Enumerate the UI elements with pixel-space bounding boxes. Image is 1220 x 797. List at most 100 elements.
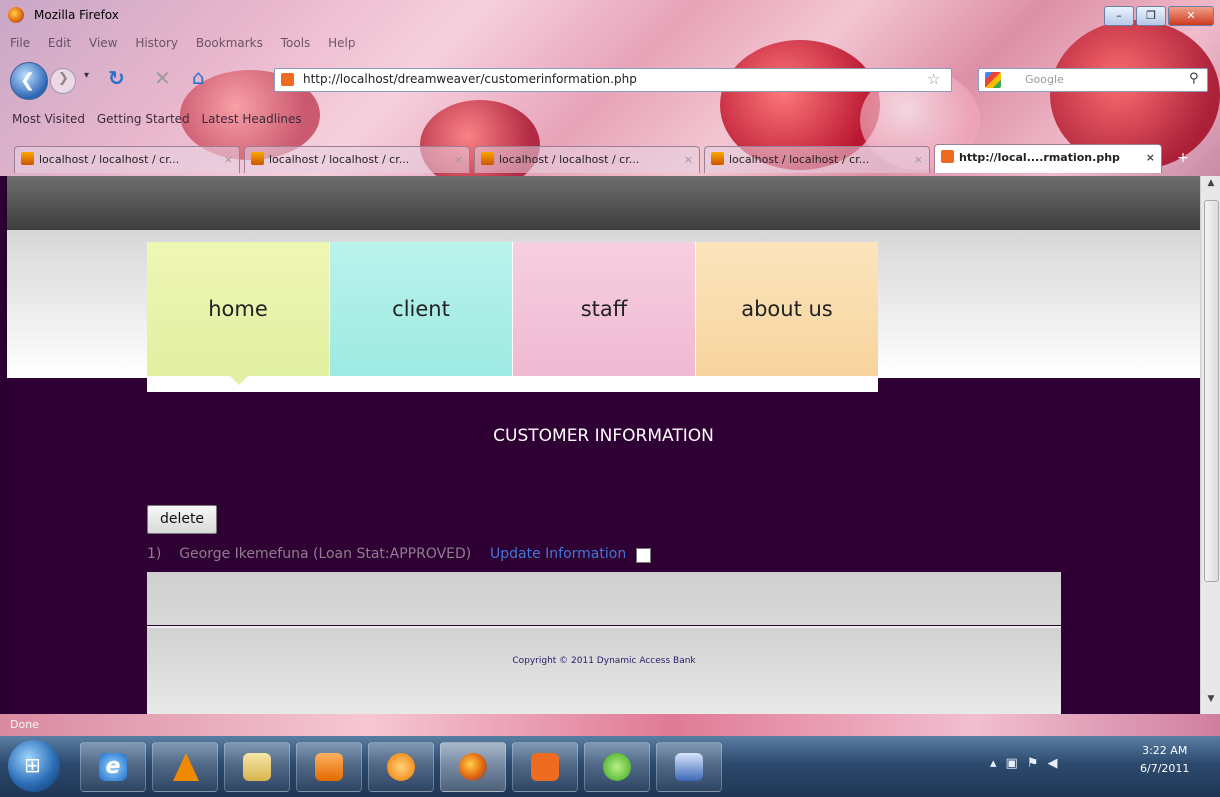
- stop-icon[interactable]: ✕: [154, 66, 171, 90]
- record-text: George Ikemefuna (Loan Stat:APPROVED): [179, 546, 472, 562]
- vertical-scrollbar[interactable]: ▲ ▼: [1200, 176, 1220, 714]
- title-bar: Mozilla Firefox – ❐ ✕: [0, 0, 1220, 32]
- tab-close-icon[interactable]: ×: [454, 147, 463, 173]
- avast-icon: [387, 753, 415, 781]
- delete-button[interactable]: delete: [147, 505, 217, 534]
- tab-2[interactable]: localhost / localhost / cr... ×: [244, 146, 470, 173]
- scroll-up-icon[interactable]: ▲: [1201, 178, 1220, 194]
- menu-edit[interactable]: Edit: [48, 36, 71, 50]
- tab-close-icon[interactable]: ×: [224, 147, 233, 173]
- system-tray-icons[interactable]: ▴▣⚑◀: [990, 756, 1066, 771]
- tab-close-icon[interactable]: ×: [914, 147, 923, 173]
- clock-date: 6/7/2011: [1140, 762, 1190, 775]
- bookmarks-toolbar: Most Visited Getting Started Latest Head…: [12, 112, 310, 126]
- tray-flag-icon[interactable]: ⚑: [1027, 756, 1048, 771]
- tab-bar: localhost / localhost / cr... × localhost…: [0, 142, 1220, 176]
- url-bar[interactable]: http://localhost/dreamweaver/customerinf…: [274, 68, 952, 92]
- forward-arrow-icon: ❯: [58, 71, 69, 86]
- bookmark-star-icon[interactable]: ☆: [927, 70, 940, 88]
- menu-bookmarks[interactable]: Bookmarks: [196, 36, 263, 50]
- nav-about-us[interactable]: about us: [696, 242, 878, 376]
- maximize-button[interactable]: ❐: [1136, 6, 1166, 26]
- scroll-down-icon[interactable]: ▼: [1201, 694, 1220, 710]
- back-button[interactable]: ❮: [10, 62, 48, 100]
- taskbar-dreamweaver[interactable]: [584, 742, 650, 792]
- menu-bar: File Edit View History Bookmarks Tools H…: [10, 36, 369, 50]
- system-clock[interactable]: 3:22 AM 6/7/2011: [1140, 742, 1189, 778]
- new-tab-button[interactable]: +: [1172, 150, 1194, 170]
- nav-home[interactable]: home: [147, 242, 329, 376]
- tab-label: localhost / localhost / cr...: [499, 153, 640, 166]
- tab-close-icon[interactable]: ×: [1146, 145, 1155, 171]
- folder-icon: [243, 753, 271, 781]
- bookmark-most-visited[interactable]: Most Visited: [12, 112, 85, 126]
- tab-4[interactable]: localhost / localhost / cr... ×: [704, 146, 930, 173]
- forward-button[interactable]: ❯: [50, 68, 76, 94]
- site-top-strip: [7, 176, 1200, 230]
- scroll-thumb[interactable]: [1204, 200, 1219, 582]
- search-bar[interactable]: Google ⚲: [978, 68, 1208, 92]
- menu-help[interactable]: Help: [328, 36, 355, 50]
- footer-top-bar: [147, 572, 1061, 625]
- taskbar-word[interactable]: [656, 742, 722, 792]
- search-placeholder[interactable]: Google: [1025, 73, 1064, 86]
- taskbar-internet-explorer[interactable]: e: [80, 742, 146, 792]
- history-dropdown-icon[interactable]: ▾: [84, 70, 89, 81]
- tab-favicon-icon: [941, 150, 954, 163]
- taskbar-firefox[interactable]: [440, 742, 506, 792]
- internet-explorer-icon: e: [99, 753, 127, 781]
- xampp-icon: [531, 753, 559, 781]
- page-content: home client staff about us CUSTOMER INFO…: [7, 176, 1200, 714]
- menu-view[interactable]: View: [89, 36, 117, 50]
- window-title: Mozilla Firefox: [34, 8, 119, 22]
- tab-1[interactable]: localhost / localhost / cr... ×: [14, 146, 240, 173]
- search-magnifier-icon[interactable]: ⚲: [1189, 71, 1199, 86]
- word-icon: [675, 753, 703, 781]
- start-button[interactable]: ⊞: [8, 740, 60, 792]
- close-window-button[interactable]: ✕: [1168, 6, 1214, 26]
- status-text: Done: [10, 718, 39, 731]
- tab-close-icon[interactable]: ×: [684, 147, 693, 173]
- back-arrow-icon: ❮: [20, 70, 36, 91]
- taskbar-vlc[interactable]: [152, 742, 218, 792]
- tab-label: localhost / localhost / cr...: [269, 153, 410, 166]
- menu-tools[interactable]: Tools: [281, 36, 311, 50]
- taskbar-explorer[interactable]: [224, 742, 290, 792]
- nav-staff[interactable]: staff: [513, 242, 695, 376]
- firefox-icon: [459, 753, 487, 781]
- google-search-engine-icon[interactable]: [985, 72, 1001, 88]
- tab-favicon-icon: [711, 152, 724, 165]
- nav-client[interactable]: client: [330, 242, 512, 376]
- taskbar: ⊞ e ▴▣⚑◀ 3:22 AM 6/7/2011: [0, 736, 1220, 797]
- record-index: 1): [147, 546, 162, 562]
- menu-file[interactable]: File: [10, 36, 30, 50]
- active-nav-pointer-icon: [230, 376, 248, 385]
- tab-label: localhost / localhost / cr...: [729, 153, 870, 166]
- reload-icon[interactable]: ↻: [108, 66, 125, 90]
- bookmark-getting-started[interactable]: Getting Started: [97, 112, 190, 126]
- clock-time: 3:22 AM: [1142, 744, 1188, 757]
- vlc-icon: [173, 753, 199, 781]
- tab-favicon-icon: [251, 152, 264, 165]
- url-text[interactable]: http://localhost/dreamweaver/customerinf…: [303, 72, 637, 86]
- firefox-logo-icon: [8, 7, 24, 23]
- record-select-checkbox[interactable]: [636, 548, 651, 563]
- page-title: CUSTOMER INFORMATION: [493, 426, 714, 446]
- taskbar-xampp[interactable]: [512, 742, 578, 792]
- tray-network-icon[interactable]: ▣: [1006, 756, 1027, 771]
- media-player-icon: [315, 753, 343, 781]
- dreamweaver-icon: [603, 753, 631, 781]
- menu-history[interactable]: History: [135, 36, 178, 50]
- tab-3[interactable]: localhost / localhost / cr... ×: [474, 146, 700, 173]
- status-bar: Done: [0, 714, 1220, 736]
- tab-active[interactable]: http://local....rmation.php ×: [934, 144, 1162, 173]
- minimize-button[interactable]: –: [1104, 6, 1134, 26]
- taskbar-media[interactable]: [296, 742, 362, 792]
- tray-volume-icon[interactable]: ◀: [1047, 756, 1066, 771]
- home-icon[interactable]: ⌂: [192, 65, 205, 89]
- update-information-link[interactable]: Update Information: [490, 546, 626, 562]
- bookmark-latest-headlines[interactable]: Latest Headlines: [201, 112, 301, 126]
- customer-record: 1) George Ikemefuna (Loan Stat:APPROVED): [147, 546, 471, 562]
- tray-up-arrow-icon[interactable]: ▴: [990, 756, 1006, 771]
- taskbar-avast[interactable]: [368, 742, 434, 792]
